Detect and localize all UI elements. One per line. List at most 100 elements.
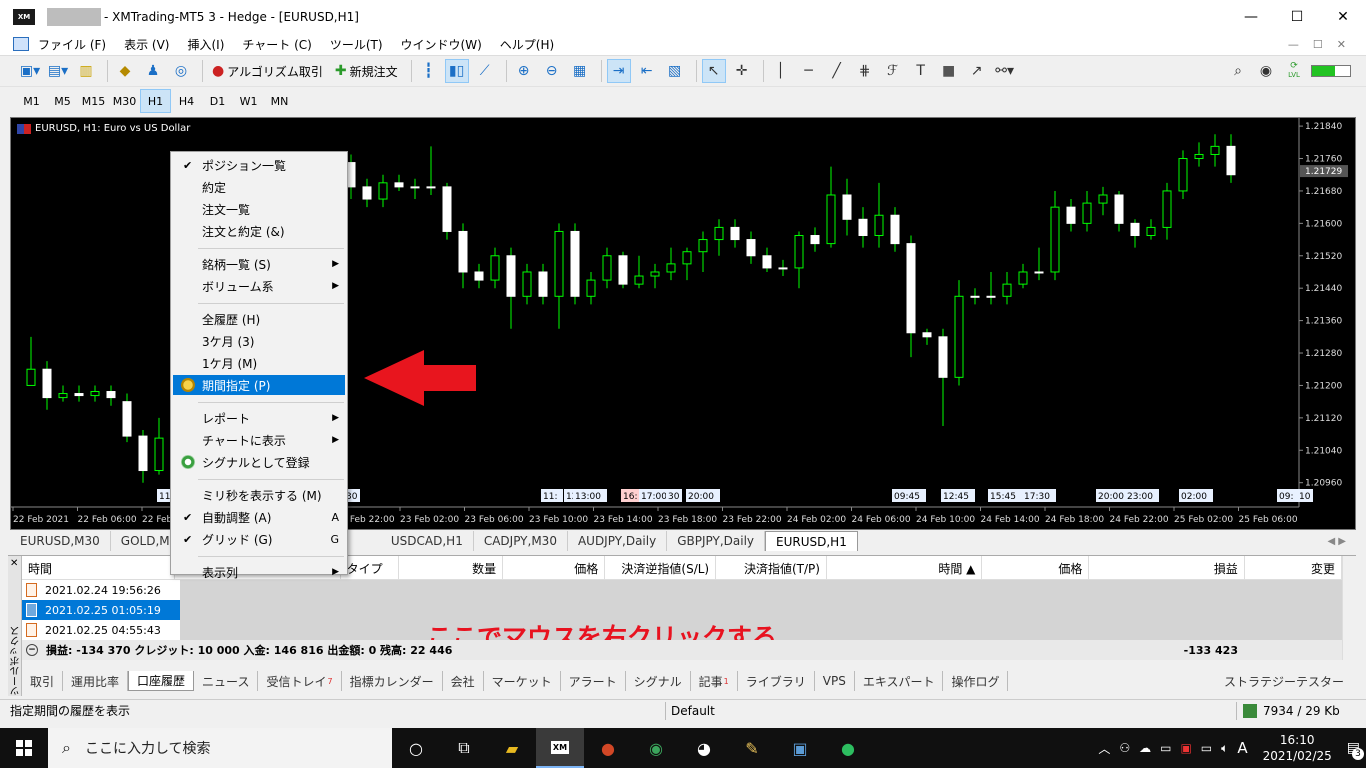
column-header[interactable]: タイプ bbox=[341, 556, 400, 580]
close-button[interactable]: ✕ bbox=[1320, 0, 1366, 33]
candlestick-chart-icon[interactable]: ▮▯ bbox=[444, 59, 469, 83]
context-menu-item[interactable]: チャートに表示 ▶ bbox=[173, 430, 345, 450]
context-menu-item[interactable]: レポート ▶ bbox=[173, 408, 345, 428]
strategy-tester-tab[interactable]: ストラテジーテスター bbox=[1224, 673, 1344, 690]
trendline-icon[interactable]: ╱ bbox=[825, 59, 849, 83]
account-icon[interactable]: ◉ bbox=[1254, 59, 1278, 83]
algo-trading-button[interactable]: ● アルゴリズム取引 bbox=[208, 59, 327, 83]
toolbox-tab[interactable]: マーケット bbox=[484, 671, 561, 691]
cursor-icon[interactable]: ↖ bbox=[701, 59, 726, 83]
column-header[interactable]: 決済指値(T/P) bbox=[716, 556, 827, 580]
context-menu-item[interactable]: ✔ ポジション一覧 bbox=[173, 155, 345, 175]
notifications-icon[interactable]: ▤ 3 bbox=[1347, 740, 1364, 760]
column-header[interactable]: 決済逆指値(S/L) bbox=[605, 556, 717, 580]
context-menu-item[interactable]: 注文一覧 bbox=[173, 199, 345, 219]
chart-shift-icon[interactable]: ⇤ bbox=[635, 59, 659, 83]
toolbox-tab[interactable]: シグナル bbox=[626, 671, 691, 691]
history-row-selected[interactable]: 2021.02.25 01:05:19 bbox=[22, 600, 180, 620]
zoom-out-icon[interactable]: ⊖ bbox=[540, 59, 564, 83]
column-header[interactable]: 損益 bbox=[1089, 556, 1245, 580]
column-header[interactable]: 時間 ▲ bbox=[827, 556, 983, 580]
horizontal-line-icon[interactable]: ─ bbox=[797, 59, 821, 83]
taskbar-search[interactable]: ⌕ ここに入力して検索 bbox=[48, 728, 392, 768]
history-row[interactable]: 2021.02.24 19:56:26 bbox=[22, 580, 180, 600]
tf-m30[interactable]: M30 bbox=[109, 89, 140, 113]
templates-icon[interactable]: ▧ bbox=[663, 59, 687, 83]
column-header[interactable]: 時間 bbox=[22, 556, 176, 580]
chart-tab[interactable]: EURUSD,M30 bbox=[10, 531, 111, 551]
toolbox-tab[interactable]: 記事 1 bbox=[691, 671, 738, 691]
market-watch-icon[interactable]: ▥ bbox=[74, 59, 98, 83]
fibonacci-icon[interactable]: ℱ bbox=[881, 59, 905, 83]
column-header[interactable]: 価格 bbox=[503, 556, 606, 580]
toolbox-tab[interactable]: 指標カレンダー bbox=[342, 671, 443, 691]
tile-windows-icon[interactable]: ▦ bbox=[568, 59, 592, 83]
evernote-icon[interactable]: ● bbox=[824, 728, 872, 768]
context-menu-item[interactable]: 1ケ月 (M) bbox=[173, 353, 345, 373]
shapes-icon[interactable]: ⚯▾ bbox=[993, 59, 1017, 83]
mt5-taskbar-icon[interactable]: XM bbox=[536, 728, 584, 768]
column-header[interactable]: 価格 bbox=[982, 556, 1090, 580]
crosshair-icon[interactable]: ✛ bbox=[730, 59, 754, 83]
menu-tools[interactable]: ツール(T) bbox=[321, 36, 392, 53]
toolbox-tab[interactable]: アラート bbox=[561, 671, 626, 691]
chart-tab[interactable]: GBPJPY,Daily bbox=[667, 531, 766, 551]
menu-window[interactable]: ウインドウ(W) bbox=[392, 36, 491, 53]
context-menu-item[interactable]: 全履歴 (H) bbox=[173, 309, 345, 329]
line-chart-icon[interactable]: ⟋ bbox=[473, 59, 497, 83]
toolbox-tab[interactable]: ライブラリ bbox=[738, 671, 815, 691]
ime-indicator[interactable]: A bbox=[1237, 739, 1247, 757]
chart-window-icon[interactable] bbox=[13, 37, 29, 51]
powerpoint-icon[interactable]: ● bbox=[584, 728, 632, 768]
toolbox-close-icon[interactable]: ✕ bbox=[10, 558, 18, 569]
onedrive-icon[interactable]: ☁ bbox=[1139, 741, 1151, 755]
column-header[interactable]: 変更 bbox=[1245, 556, 1343, 580]
tray-badge-icon[interactable]: ▣ bbox=[1180, 741, 1191, 755]
cortana-icon[interactable]: ○ bbox=[392, 728, 440, 768]
toolbox-tab-active[interactable]: 口座履歴 bbox=[128, 671, 195, 691]
text-icon[interactable]: T bbox=[909, 59, 933, 83]
tf-d1[interactable]: D1 bbox=[202, 89, 233, 113]
menu-help[interactable]: ヘルプ(H) bbox=[491, 36, 563, 53]
lvl-icon[interactable]: ⟳ LVL bbox=[1282, 59, 1306, 83]
penguin-app-icon[interactable]: ◕ bbox=[680, 728, 728, 768]
clock[interactable]: 16:10 2021/02/25 bbox=[1263, 732, 1332, 764]
tf-m15[interactable]: M15 bbox=[78, 89, 109, 113]
history-row[interactable]: 2021.02.25 04:55:43 bbox=[22, 620, 180, 640]
chart-tab[interactable]: USDCAD,H1 bbox=[381, 531, 474, 551]
rectangle-icon[interactable]: ■ bbox=[937, 59, 961, 83]
toolbox-tab[interactable]: 運用比率 bbox=[63, 671, 129, 691]
volume-icon[interactable]: 🔈︎ bbox=[1221, 741, 1228, 756]
mdi-minimize-button[interactable]: — bbox=[1288, 38, 1299, 51]
minimize-button[interactable]: — bbox=[1228, 0, 1274, 33]
network-icon[interactable]: ▭ bbox=[1201, 741, 1212, 755]
new-chart-icon[interactable]: ▣▾ bbox=[18, 59, 42, 83]
mdi-close-button[interactable]: ✕ bbox=[1337, 38, 1346, 51]
tray-chevron-icon[interactable]: ︿ bbox=[1098, 740, 1110, 757]
new-order-button[interactable]: ✚ 新規注文 bbox=[331, 59, 402, 83]
context-menu-item[interactable]: ボリューム系 ▶ bbox=[173, 276, 345, 296]
signals-icon[interactable]: ◎ bbox=[169, 59, 193, 83]
data-window-icon[interactable]: ◆ bbox=[113, 59, 137, 83]
bar-chart-icon[interactable]: ┇ bbox=[417, 59, 441, 83]
menu-insert[interactable]: 挿入(I) bbox=[178, 36, 233, 53]
toolbox-tab[interactable]: エキスパート bbox=[855, 671, 944, 691]
arrow-icon[interactable]: ↗ bbox=[965, 59, 989, 83]
context-menu-item[interactable]: ✔ グリッド (G) G bbox=[173, 529, 345, 549]
toolbox-tab[interactable]: 会社 bbox=[443, 671, 484, 691]
context-menu-item[interactable]: 3ケ月 (3) bbox=[173, 331, 345, 351]
toolbox-tab[interactable]: ニュース bbox=[194, 671, 259, 691]
tf-h1[interactable]: H1 bbox=[140, 89, 171, 113]
file-explorer-icon[interactable]: ▰ bbox=[488, 728, 536, 768]
tf-w1[interactable]: W1 bbox=[233, 89, 264, 113]
context-menu-item[interactable]: シグナルとして登録 bbox=[173, 452, 345, 472]
tf-m1[interactable]: M1 bbox=[16, 89, 47, 113]
toolbox-tab[interactable]: 取引 bbox=[22, 671, 64, 691]
menu-item-period-highlighted[interactable]: 期間指定 (P) bbox=[173, 375, 345, 395]
menu-chart[interactable]: チャート (C) bbox=[233, 36, 320, 53]
search-icon[interactable]: ⌕ bbox=[1226, 59, 1250, 83]
vertical-line-icon[interactable]: │ bbox=[769, 59, 793, 83]
auto-scroll-icon[interactable]: ⇥ bbox=[606, 59, 631, 83]
toolbox-tab[interactable]: VPS bbox=[815, 671, 855, 691]
context-menu-item[interactable]: 表示列 ▶ bbox=[173, 562, 345, 582]
